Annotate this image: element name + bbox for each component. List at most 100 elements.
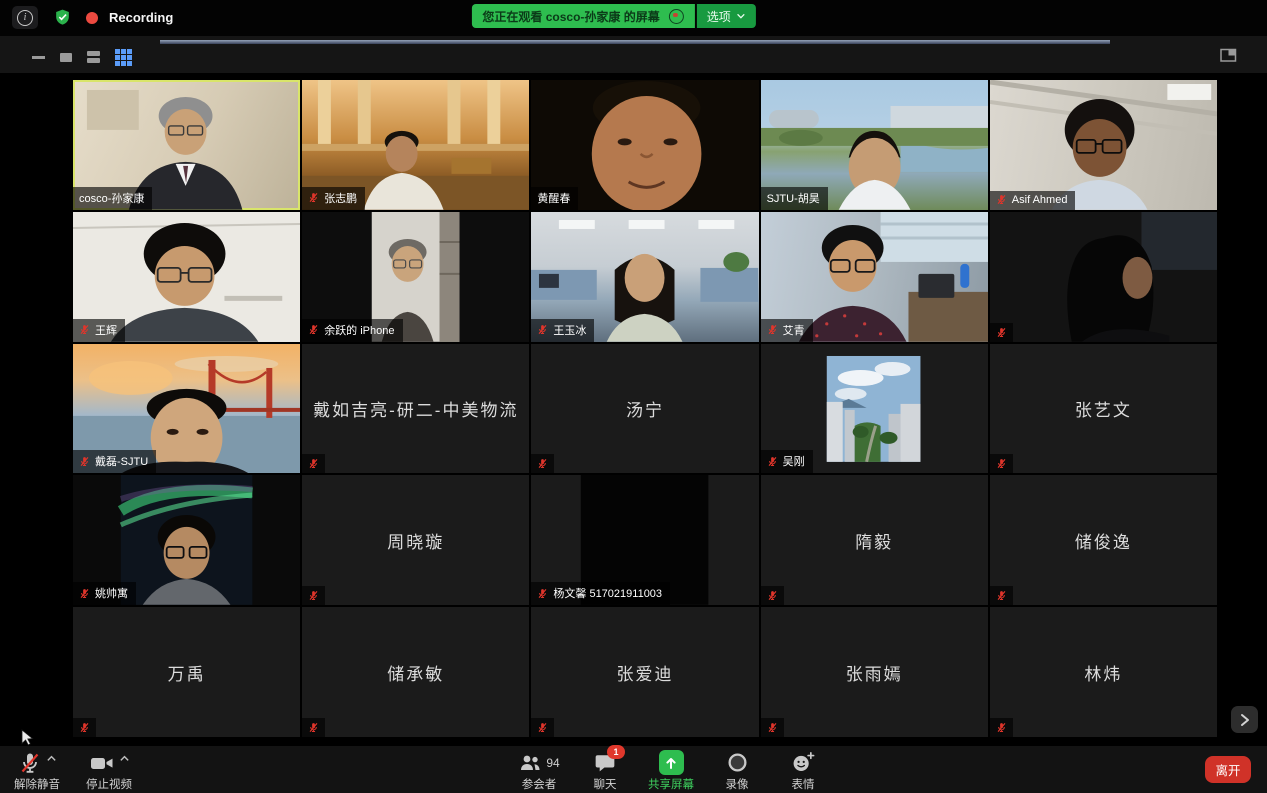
participant-tile[interactable]: 张爱迪 (531, 607, 758, 737)
mic-muted-icon (996, 722, 1007, 733)
participant-name: 储俊逸 (990, 475, 1217, 605)
participant-label (990, 586, 1013, 605)
screen-watch-banner: 您正在观看 cosco-孙家康 的屏幕 选项 (471, 4, 755, 28)
window-view-icon[interactable] (60, 53, 72, 62)
participant-name: 隋毅 (761, 475, 988, 605)
participant-label: cosco-孙家康 (73, 187, 152, 210)
participant-tile[interactable]: cosco-孙家康 (73, 80, 300, 210)
mic-muted-icon (79, 722, 90, 733)
participant-tile[interactable]: 万禹 (73, 607, 300, 737)
participant-label: 戴磊-SJTU (73, 450, 156, 473)
unmute-menu-chevron-icon[interactable] (46, 754, 57, 763)
participant-tile[interactable]: 王辉 (73, 212, 300, 342)
mic-muted-icon (79, 588, 90, 599)
participant-tile[interactable]: 隋毅 (761, 475, 988, 605)
participant-tile[interactable]: SJTU-胡昊 (761, 80, 988, 210)
unmute-button[interactable]: 解除静音 (14, 750, 60, 792)
participant-label: Asif Ahmed (990, 191, 1076, 210)
participant-label (302, 718, 325, 737)
participant-tile[interactable]: 吴刚 (761, 344, 988, 474)
participant-label: 王玉冰 (531, 319, 594, 342)
participant-tile[interactable]: 姚帅寓 (73, 475, 300, 605)
participant-tile[interactable]: 黄醒春 (531, 80, 758, 210)
participant-label: SJTU-胡昊 (761, 187, 828, 210)
participant-tile[interactable]: 汤宁 (531, 344, 758, 474)
mic-muted-icon (308, 590, 319, 601)
record-button[interactable]: 录像 (704, 750, 770, 792)
leave-button[interactable]: 离开 (1205, 756, 1251, 783)
options-button[interactable]: 选项 (697, 4, 756, 28)
cursor-icon (20, 729, 34, 746)
participant-name: 姚帅寓 (95, 585, 128, 601)
view-toolbar (0, 36, 1267, 73)
participant-tile[interactable]: 艾青 (761, 212, 988, 342)
control-bar: 解除静音 停止视频 (0, 745, 1267, 793)
reactions-button[interactable]: 表情 (770, 750, 836, 792)
stop-video-button[interactable]: 停止视频 (86, 750, 132, 792)
participant-tile[interactable]: 储俊逸 (990, 475, 1217, 605)
participant-name: Asif Ahmed (1012, 194, 1068, 206)
participant-label (990, 323, 1013, 342)
mic-muted-icon (18, 751, 42, 775)
participant-name: 戴如吉亮-研二-中美物流 (302, 344, 529, 474)
mic-muted-icon (996, 458, 1007, 469)
recording-dot-icon (86, 12, 98, 24)
participant-tile[interactable]: 杨文馨 517021911003 (531, 475, 758, 605)
participant-name: 张志鹏 (324, 190, 357, 206)
participant-label (990, 454, 1013, 473)
participant-label (73, 718, 96, 737)
shield-check-icon (53, 8, 72, 27)
participant-tile[interactable]: 储承敏 (302, 607, 529, 737)
share-screen-button[interactable]: 共享屏幕 (638, 750, 704, 792)
participant-label (302, 454, 325, 473)
participant-label (990, 718, 1013, 737)
mic-muted-icon (308, 722, 319, 733)
stop-video-label: 停止视频 (86, 776, 132, 792)
participant-label (761, 718, 784, 737)
mic-muted-icon (767, 456, 778, 467)
participant-tile[interactable]: 戴如吉亮-研二-中美物流 (302, 344, 529, 474)
video-menu-chevron-icon[interactable] (119, 754, 130, 763)
participant-tile[interactable]: 张志鹏 (302, 80, 529, 210)
mic-muted-icon (996, 590, 1007, 601)
participant-name: 戴磊-SJTU (95, 453, 148, 469)
participant-label: 吴刚 (761, 450, 813, 473)
participant-name: 王辉 (95, 322, 117, 338)
participant-name: 林炜 (990, 607, 1217, 737)
participant-tile[interactable]: 王玉冰 (531, 212, 758, 342)
mic-muted-icon (308, 324, 319, 335)
participant-name: 周晓璇 (302, 475, 529, 605)
participant-name: 艾青 (783, 322, 805, 338)
mic-muted-icon (767, 324, 778, 335)
participant-tile[interactable] (990, 212, 1217, 342)
participant-tile[interactable]: 张雨嫣 (761, 607, 988, 737)
participant-label (302, 586, 325, 605)
participants-button[interactable]: 94 参会者 (506, 750, 572, 792)
participant-tile[interactable]: 戴磊-SJTU (73, 344, 300, 474)
gallery-view-icon[interactable] (115, 49, 132, 66)
participant-name: 王玉冰 (553, 322, 586, 338)
options-label: 选项 (707, 8, 731, 25)
next-page-button[interactable] (1231, 706, 1258, 733)
mic-muted-icon (308, 192, 319, 203)
security-shield-button[interactable] (49, 6, 75, 29)
participant-label (761, 586, 784, 605)
chat-badge: 1 (607, 745, 625, 759)
camera-icon (88, 751, 115, 775)
banner-text: 您正在观看 cosco-孙家康 的屏幕 (482, 8, 659, 25)
participant-tile[interactable]: 林炜 (990, 607, 1217, 737)
mic-muted-icon (996, 194, 1007, 205)
participant-tile[interactable]: 张艺文 (990, 344, 1217, 474)
layout-icon[interactable] (1220, 47, 1237, 62)
participant-tile[interactable]: Asif Ahmed (990, 80, 1217, 210)
participant-tile[interactable]: 周晓璇 (302, 475, 529, 605)
speaker-view-icon[interactable] (87, 51, 100, 63)
menu-bar: i Recording 您正在观看 cosco-孙家康 的屏幕 选项 (0, 0, 1267, 36)
chat-button[interactable]: 1 聊天 (572, 750, 638, 792)
mic-muted-icon (767, 722, 778, 733)
info-menu-button[interactable]: i (12, 6, 38, 29)
participant-label: 艾青 (761, 319, 813, 342)
minimize-view-icon[interactable] (32, 56, 45, 59)
share-screen-icon (659, 750, 684, 775)
participant-tile[interactable]: 余跃的 iPhone (302, 212, 529, 342)
